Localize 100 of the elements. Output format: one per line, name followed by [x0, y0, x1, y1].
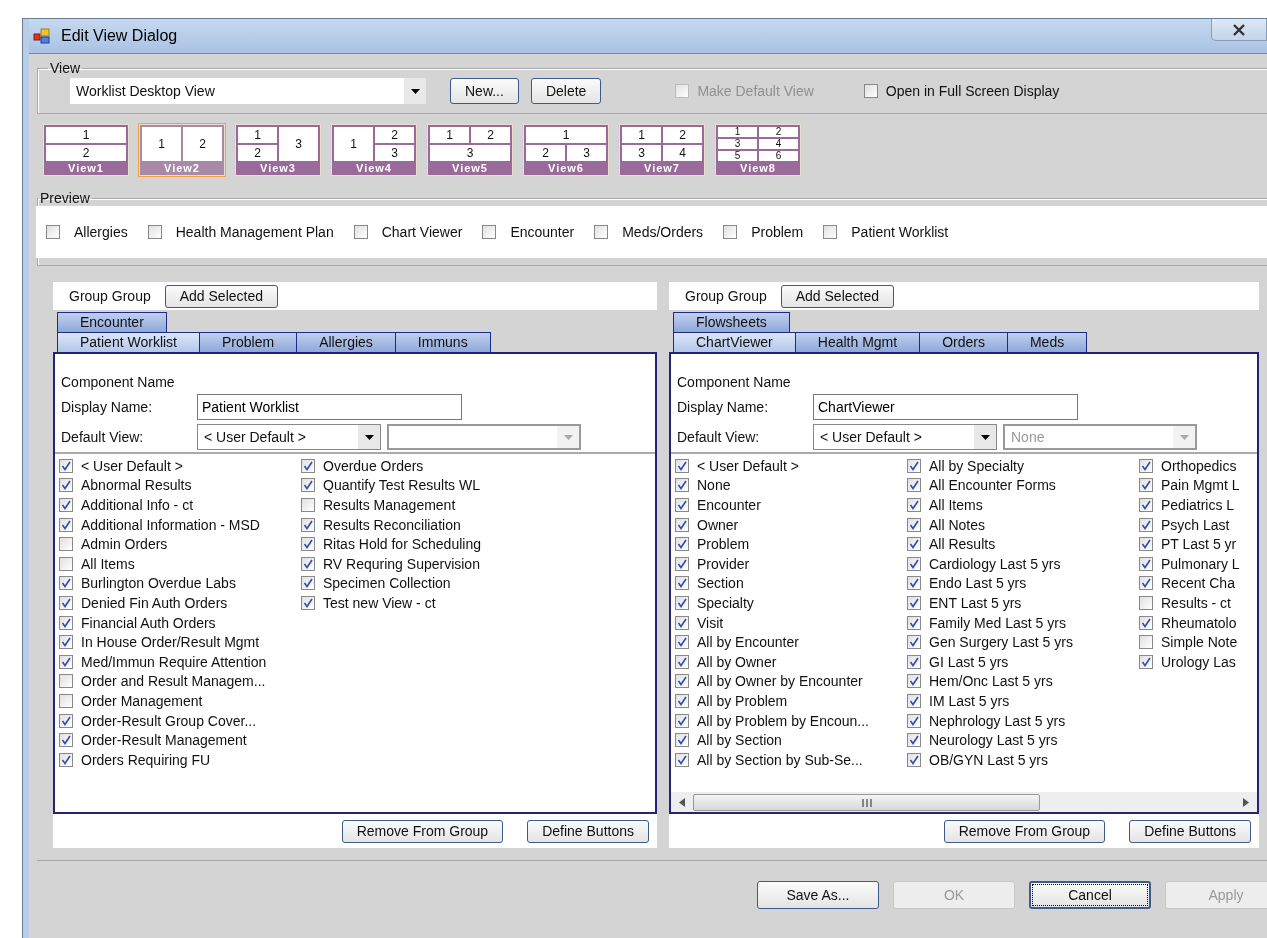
checkbox-label[interactable]: Health Management Plan: [175, 224, 334, 240]
checkbox-label[interactable]: Problem: [751, 224, 804, 240]
checkbox[interactable]: [301, 498, 315, 512]
checkbox[interactable]: [907, 693, 921, 708]
checkbox[interactable]: [59, 654, 73, 669]
tab[interactable]: Flowsheets: [673, 312, 790, 332]
checkbox-label[interactable]: Nephrology Last 5 yrs: [929, 712, 1066, 729]
checkbox[interactable]: [723, 225, 738, 239]
checkbox-label[interactable]: All by Section: [697, 732, 782, 749]
checkbox-label[interactable]: Provider: [697, 555, 750, 572]
checkbox[interactable]: [907, 458, 921, 473]
checkbox[interactable]: [675, 556, 689, 571]
checkbox-label[interactable]: Family Med Last 5 yrs: [929, 614, 1066, 631]
close-button[interactable]: [1211, 19, 1267, 41]
checkbox-label[interactable]: In House Order/Result Mgmt: [81, 634, 260, 651]
checkbox[interactable]: [1139, 537, 1153, 552]
checkbox[interactable]: [675, 478, 689, 493]
checkbox[interactable]: [675, 674, 689, 689]
checkbox[interactable]: [59, 478, 73, 493]
checkbox[interactable]: [907, 498, 921, 512]
checkbox-label[interactable]: Allergies: [74, 224, 128, 240]
checkbox-label[interactable]: Endo Last 5 yrs: [929, 575, 1027, 592]
checkbox[interactable]: [1139, 595, 1153, 610]
checkbox[interactable]: [147, 225, 162, 239]
checkbox[interactable]: [59, 537, 73, 552]
checkbox[interactable]: [675, 635, 689, 650]
checkbox[interactable]: [301, 576, 315, 591]
checkbox-label[interactable]: All Items: [929, 497, 983, 513]
checkbox-label[interactable]: Psych Last: [1161, 516, 1230, 533]
tab[interactable]: Immuns: [394, 332, 491, 352]
checkbox[interactable]: [59, 635, 73, 650]
checkbox[interactable]: [482, 225, 497, 239]
default-view-dropdown[interactable]: < User Default >: [813, 424, 997, 450]
checkbox[interactable]: [907, 537, 921, 552]
checkbox[interactable]: [907, 595, 921, 610]
layout-thumbnail[interactable]: 1 2 3 4 View7: [619, 124, 705, 176]
checkbox-label[interactable]: Section: [697, 575, 744, 592]
checkbox[interactable]: [301, 537, 315, 552]
checkbox-label[interactable]: < User Default >: [81, 457, 183, 474]
checkbox[interactable]: [675, 537, 689, 552]
panel-button[interactable]: Remove From Group: [943, 819, 1106, 843]
view-dropdown[interactable]: Worklist Desktop View: [70, 78, 426, 104]
checkbox[interactable]: [907, 752, 921, 767]
checkbox[interactable]: [907, 556, 921, 571]
checkbox-label[interactable]: Financial Auth Orders: [81, 614, 216, 631]
layout-thumbnail[interactable]: 1 2 View2: [139, 124, 225, 176]
checkbox-label[interactable]: Meds/Orders: [622, 224, 704, 240]
layout-thumbnail[interactable]: 1 2 3 View6: [523, 124, 609, 176]
checkbox[interactable]: [301, 478, 315, 493]
checkbox[interactable]: [59, 498, 73, 512]
checkbox-label[interactable]: Abnormal Results: [81, 477, 192, 494]
checkbox-label[interactable]: OB/GYN Last 5 yrs: [929, 751, 1049, 768]
tab[interactable]: ChartViewer: [673, 332, 796, 352]
tab[interactable]: Meds: [1006, 332, 1088, 352]
checkbox-label[interactable]: None: [697, 477, 731, 494]
checkbox-label[interactable]: Urology Las: [1161, 653, 1236, 670]
checkbox[interactable]: [46, 225, 60, 239]
panel-button[interactable]: Define Buttons: [527, 819, 649, 843]
checkbox-label[interactable]: All Notes: [929, 516, 986, 533]
checkbox[interactable]: [907, 654, 921, 669]
checkbox[interactable]: [1139, 556, 1153, 571]
checkbox-label[interactable]: All by Section by Sub-Se...: [697, 751, 863, 768]
checkbox[interactable]: [675, 733, 689, 748]
default-view-dropdown[interactable]: < User Default >: [197, 424, 381, 450]
checkbox[interactable]: [59, 752, 73, 767]
checkbox-label[interactable]: Test new View - ct: [323, 594, 436, 611]
layout-thumbnail[interactable]: 1 2 3 4 5 6 View8: [715, 124, 801, 176]
layout-thumbnail[interactable]: 1 2 3 View5: [427, 124, 513, 176]
checkbox[interactable]: [1139, 635, 1153, 650]
checkbox-label[interactable]: Order-Result Group Cover...: [81, 712, 257, 729]
checkbox-label[interactable]: Pediatrics L: [1161, 497, 1235, 513]
checkbox[interactable]: [907, 635, 921, 650]
checkbox-label[interactable]: < User Default >: [697, 457, 799, 474]
panel-button[interactable]: Remove From Group: [341, 819, 504, 843]
checkbox[interactable]: [59, 674, 73, 689]
checkbox-label[interactable]: Pain Mgmt L: [1161, 477, 1240, 494]
checkbox[interactable]: [594, 225, 609, 239]
checkbox[interactable]: [675, 693, 689, 708]
add-selected-button[interactable]: Add Selected: [780, 284, 894, 308]
checkbox[interactable]: [59, 693, 73, 708]
checkbox-label[interactable]: Open in Full Screen Display: [885, 83, 1060, 99]
checkbox-label[interactable]: IM Last 5 yrs: [929, 692, 1010, 709]
checkbox-label[interactable]: Patient Worklist: [851, 224, 949, 240]
checkbox-label[interactable]: All by Owner: [697, 653, 777, 670]
checkbox-label[interactable]: Specimen Collection: [323, 575, 451, 592]
checkbox[interactable]: [863, 84, 878, 98]
checkbox-label[interactable]: Admin Orders: [81, 536, 168, 553]
checkbox[interactable]: [675, 458, 689, 473]
checkbox-label[interactable]: Owner: [697, 516, 739, 533]
checkbox[interactable]: [301, 517, 315, 532]
tab[interactable]: Patient Worklist: [57, 332, 200, 352]
checkbox-label[interactable]: All Encounter Forms: [929, 477, 1056, 494]
checkbox[interactable]: [1139, 615, 1153, 630]
checkbox[interactable]: [59, 576, 73, 591]
display-name-field[interactable]: Patient Worklist: [197, 394, 462, 420]
checkbox[interactable]: [59, 556, 73, 571]
checkbox[interactable]: [907, 713, 921, 728]
checkbox[interactable]: [907, 576, 921, 591]
add-selected-button[interactable]: Add Selected: [164, 284, 278, 308]
checkbox[interactable]: [675, 752, 689, 767]
